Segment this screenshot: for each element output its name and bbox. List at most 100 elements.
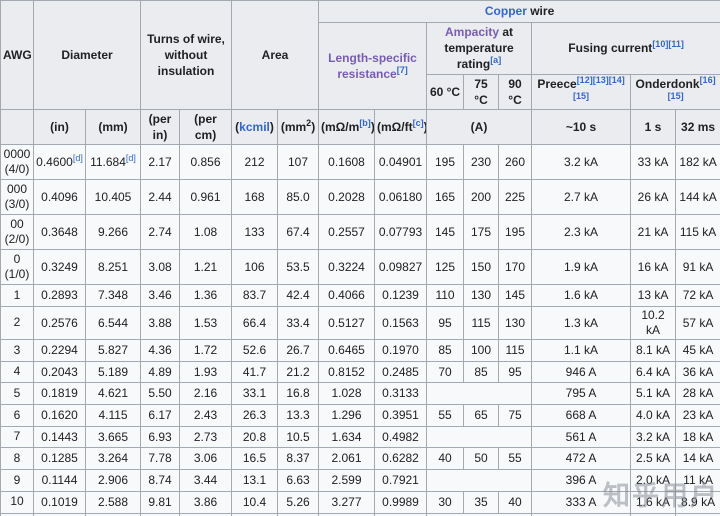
turns-per-in-cell: 2.44 [140,179,181,216]
resistance-mohm-m-cell: 0.2557 [318,214,376,251]
awg-cell: 0000 (4/0) [0,144,34,181]
area-kcmil-cell-value: 33.1 [242,386,267,401]
fusing-preece-cell: 1.9 kA [531,249,632,286]
area-kcmil-cell: 212 [231,144,279,181]
area-kcmil-cell: 33.1 [231,382,279,406]
header-turns-of-wire: Turns of wire, without insulation [140,0,233,110]
turns-per-cm-cell-value: 3.06 [193,451,218,466]
fusing-preece-cell: 3.2 kA [531,144,632,181]
diameter-in-cell-value: 0.2893 [41,288,78,303]
diameter-in-cell: 0.2893 [33,284,86,307]
unit-mm2-label: (mm [280,120,307,135]
diameter-mm-cell-value: 6.544 [97,315,129,330]
awg-cell: 5 [0,382,34,406]
fusing-onderdonk-1s-cell: 1.6 kA [630,490,677,514]
diameter-mm-cell: 3.665 [84,425,142,449]
area-mm2-cell: 5.26 [277,490,320,514]
fusing-onderdonk-1s-cell-value: 10.2 kA [641,308,665,337]
ampacity-90c-cell: 115 [498,339,533,362]
diameter-mm-cell-value: 11.684 [90,154,126,169]
fusing-onderdonk-1s-cell-value: 13 kA [637,288,669,303]
resistance-mohm-m-cell: 0.1608 [318,144,376,181]
turns-per-in-cell: 6.17 [140,404,181,427]
resistance-mohm-m-cell: 1.634 [318,425,376,449]
ampacity-90c-cell: 75 [498,404,533,427]
ampacity-90c-cell: 195 [498,214,533,251]
awg-cell: 6 [0,404,34,427]
resistance-mohm-m-cell-value: 1.028 [331,386,362,401]
unit-kcmil: (kcmil) [231,108,279,146]
fusing-onderdonk-1s-cell: 2.0 kA [630,469,677,492]
resistance-mohm-m-cell: 1.028 [318,382,376,406]
fusing-onderdonk-32ms-cell: 45 kA [675,339,720,362]
fusing-preece-cell: 668 A [531,404,632,427]
awg-cell: 00 (2/0) [0,214,34,251]
ampacity-75c-cell-value: 85 [474,364,488,379]
reference-link[interactable]: [12][13][14][15] [573,75,625,101]
resistance-mohm-m-cell-value: 1.296 [331,407,362,422]
resistance-mohm-m-cell: 1.296 [318,404,376,427]
fusing-onderdonk-1s-cell: 26 kA [630,179,677,216]
fusing-preece-cell-value: 668 A [565,407,597,422]
ampacity-90c-cell-value: 130 [505,315,526,330]
ampacity-75c-cell-value: 150 [471,259,492,274]
ampacity-75c-cell: 85 [463,360,500,384]
turns-per-in-cell: 2.74 [140,214,181,251]
resistance-mohm-m-cell-value: 2.061 [331,451,362,466]
unit-per-in: (per in) [140,108,181,146]
area-mm2-cell: 53.5 [277,249,320,286]
area-kcmil-cell-value: 133 [244,224,265,239]
diameter-in-cell: 0.1019 [33,490,86,514]
diameter-mm-cell: 5.827 [84,339,142,362]
reference-link[interactable]: [b] [359,118,371,128]
area-kcmil-cell-value: 20.8 [242,429,267,444]
reference-link[interactable]: [d] [126,153,136,163]
ampacity-75c-cell: 35 [463,490,500,514]
turns-per-in-cell: 2.17 [140,144,181,181]
fusing-preece-cell-value: 1.1 kA [564,342,599,357]
ampacity-75c-cell-value: 65 [474,407,488,422]
kcmil-link[interactable]: kcmil [239,120,270,134]
fusing-onderdonk-32ms-cell-value: 28 kA [682,386,714,401]
ampacity-90c-cell-value: 95 [508,364,522,379]
resistance-mohm-m-cell-value: 0.4066 [328,288,365,303]
area-mm2-cell-value: 13.3 [286,407,310,422]
ampacity-90c-cell-value: 225 [505,189,526,204]
resistance-mohm-ft-cell: 0.9989 [374,490,428,514]
fusing-onderdonk-32ms-cell-value: 14 kA [682,451,714,466]
reference-link[interactable]: [a] [490,55,501,65]
reference-link[interactable]: [10][11] [652,39,684,49]
reference-link[interactable]: [c] [413,118,424,128]
table-row: 4 0.2043 5.189 4.89 1.93 41.7 21.2 0.8152 0.2485… [0,360,720,384]
fusing-onderdonk-32ms-cell: 115 kA [675,214,720,251]
ampacity-link[interactable]: Ampacity [445,25,499,39]
area-mm2-cell-value: 8.37 [286,451,310,466]
awg-cell: 8 [0,447,34,471]
area-mm2-cell-value: 6.63 [286,472,310,487]
ampacity-60c-cell: 110 [426,284,465,307]
copper-link[interactable]: Copper [485,4,527,18]
reference-link[interactable]: [d] [73,153,83,163]
resistance-mohm-ft-cell: 0.3133 [374,382,428,406]
area-kcmil-cell: 106 [231,249,279,286]
resistance-mohm-ft-cell-value: 0.1563 [382,315,419,330]
unit-amps: (A) [426,108,533,146]
turns-per-in-cell: 8.74 [140,469,181,492]
unit-in: (in) [33,108,86,146]
ampacity-75c-cell-value: 50 [474,451,488,466]
unit-mohm-per-m: (mΩ/m[b]) [318,108,376,146]
header-area: Area [231,0,320,110]
fusing-onderdonk-1s-cell: 16 kA [630,249,677,286]
resistance-mohm-m-cell: 0.2028 [318,179,376,216]
resistance-mohm-ft-cell-value: 0.04901 [378,154,423,169]
area-mm2-cell: 85.0 [277,179,320,216]
ampacity-60c-cell-value: 145 [435,224,456,239]
reference-link[interactable]: [7] [397,65,408,75]
ampacity-blank-cell [426,425,533,449]
fusing-onderdonk-32ms-cell: 91 kA [675,249,720,286]
diameter-in-cell: 0.2576 [33,306,86,340]
ampacity-blank-cell [426,382,533,406]
area-kcmil-cell: 52.6 [231,339,279,362]
turns-per-cm-cell: 3.44 [179,469,233,492]
area-kcmil-cell: 16.5 [231,447,279,471]
